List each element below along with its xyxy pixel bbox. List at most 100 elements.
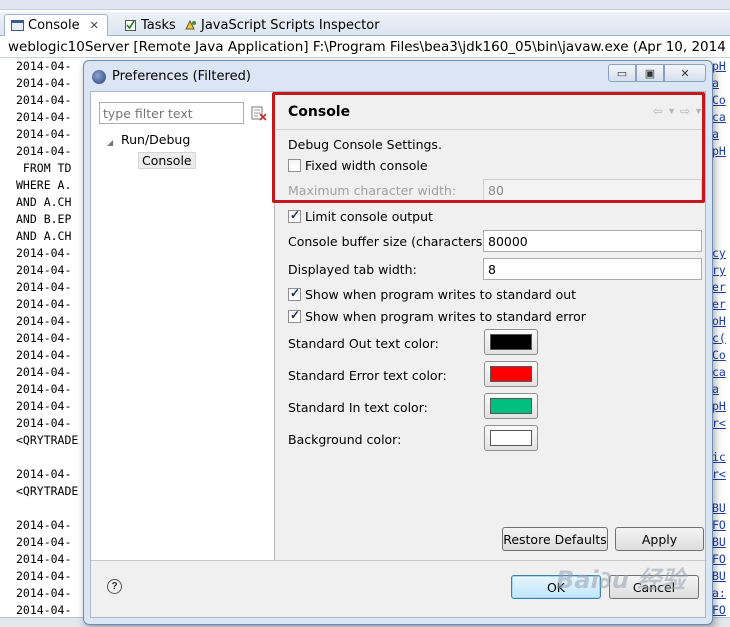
- console-link-fragment[interactable]: a: [712, 382, 719, 396]
- console-line: 2014-04-: [16, 365, 72, 379]
- preference-page: Console ⇦ ▼ ⇨ ▼ Debug Console Settings. …: [276, 92, 707, 560]
- console-link-fragment[interactable]: ry: [712, 263, 726, 277]
- console-link-fragment[interactable]: ca: [712, 110, 726, 124]
- clear-filter-icon[interactable]: [251, 105, 267, 121]
- console-link-fragment[interactable]: c(: [712, 331, 726, 345]
- script-inspector-icon: [184, 19, 197, 31]
- console-line: <QRYTRADE: [16, 433, 79, 447]
- console-link-fragment[interactable]: pH: [712, 144, 726, 158]
- console-link-fragment[interactable]: er: [712, 297, 726, 311]
- stdout-color-label: Standard Out text color:: [288, 336, 439, 351]
- console-line: 2014-04-: [16, 518, 72, 532]
- tab-width-label: Displayed tab width:: [288, 262, 417, 277]
- forward-menu-icon[interactable]: ▼: [694, 104, 703, 118]
- console-line: 2014-04-: [16, 382, 72, 396]
- forward-arrow-icon[interactable]: ⇨: [680, 104, 690, 118]
- tree-collapse-icon[interactable]: ◢: [107, 138, 113, 147]
- filter-input[interactable]: [99, 102, 244, 124]
- tab-console[interactable]: Console ✕: [4, 14, 108, 36]
- console-line: <QRYTRADE: [16, 484, 79, 498]
- console-line: 2014-04-: [16, 416, 72, 430]
- fixed-width-checkbox[interactable]: [288, 159, 301, 172]
- tab-javascript-scripts-inspector[interactable]: JavaScript Scripts Inspector: [178, 14, 388, 36]
- console-line: 2014-04-: [16, 297, 72, 311]
- stdin-color-button[interactable]: [484, 393, 538, 419]
- restore-defaults-button[interactable]: Restore Defaults: [502, 527, 608, 551]
- console-line: 2014-04-: [16, 144, 72, 158]
- limit-output-label: Limit console output: [305, 209, 433, 224]
- console-link-fragment[interactable]: Co: [712, 93, 726, 107]
- maximize-button[interactable]: ▣: [636, 64, 664, 82]
- console-line: 2014-04-: [16, 246, 72, 260]
- view-tab-bar: Console ✕ Tasks JavaScript Scripts Inspe…: [0, 12, 730, 36]
- console-line: 2014-04-: [16, 552, 72, 566]
- console-icon: [11, 19, 24, 32]
- console-link-fragment[interactable]: BU: [712, 569, 726, 583]
- tab-width-field[interactable]: 8: [483, 258, 702, 280]
- console-line: 2014-04-: [16, 603, 72, 617]
- stdin-color-swatch: [490, 398, 532, 414]
- preference-tree-pane: ◢ Run/Debug Console: [91, 92, 275, 560]
- section-heading: Debug Console Settings.: [288, 137, 442, 152]
- page-header: Console ⇦ ▼ ⇨ ▼: [276, 92, 707, 130]
- dialog-client-area: ◢ Run/Debug Console Console ⇦ ▼ ⇨ ▼ Debu…: [90, 91, 707, 618]
- console-line: 2014-04-: [16, 535, 72, 549]
- console-link-fragment[interactable]: FO: [712, 603, 726, 617]
- console-link-fragment[interactable]: a: [712, 127, 719, 141]
- fixed-width-label: Fixed width console: [305, 158, 428, 173]
- dialog-title: Preferences (Filtered): [112, 69, 251, 84]
- console-line: 2014-04-: [16, 314, 72, 328]
- console-link-fragment[interactable]: FO: [712, 518, 726, 532]
- page-navigation: ⇦ ▼ ⇨ ▼: [653, 104, 703, 118]
- show-stdout-label: Show when program writes to standard out: [305, 287, 577, 302]
- apply-button[interactable]: Apply: [615, 527, 704, 551]
- main-toolbar: [0, 0, 730, 10]
- console-line: 2014-04-: [16, 110, 72, 124]
- console-line: 2014-04-: [16, 76, 72, 90]
- console-link-fragment[interactable]: ic: [712, 450, 726, 464]
- preferences-dialog: Preferences (Filtered) ▭ ▣ ✕ ◢ Run/Debug…: [83, 60, 713, 625]
- tab-console-label: Console: [28, 18, 80, 33]
- console-link-fragment[interactable]: pH: [712, 399, 726, 413]
- background-color-button[interactable]: [484, 425, 538, 451]
- console-link-fragment[interactable]: r<: [712, 467, 726, 481]
- console-line: 2014-04-: [16, 127, 72, 141]
- back-menu-icon[interactable]: ▼: [667, 104, 676, 118]
- buffer-size-field[interactable]: 80000: [483, 230, 702, 252]
- console-link-fragment[interactable]: r<: [712, 416, 726, 430]
- back-arrow-icon[interactable]: ⇦: [653, 104, 663, 118]
- close-button[interactable]: ✕: [664, 64, 706, 82]
- tab-tasks[interactable]: Tasks: [118, 14, 184, 36]
- stdout-color-button[interactable]: [484, 329, 538, 355]
- tree-item-console[interactable]: Console: [138, 152, 196, 169]
- console-link-fragment[interactable]: er: [712, 280, 726, 294]
- tree-item-run-debug[interactable]: Run/Debug: [121, 132, 190, 147]
- minimize-button[interactable]: ▭: [608, 64, 636, 82]
- stderr-color-swatch: [490, 366, 532, 382]
- buffer-size-label: Console buffer size (characters):: [288, 234, 492, 249]
- console-link-fragment[interactable]: a:: [712, 586, 726, 600]
- console-line: WHERE A.: [16, 178, 72, 192]
- console-link-fragment[interactable]: Co: [712, 348, 726, 362]
- close-icon[interactable]: ✕: [90, 19, 99, 32]
- tab-tasks-label: Tasks: [141, 17, 176, 33]
- console-link-fragment[interactable]: cy: [712, 246, 726, 260]
- console-link-fragment[interactable]: oH: [712, 314, 726, 328]
- window-controls: ▭ ▣ ✕: [608, 64, 706, 82]
- console-link-fragment[interactable]: BU: [712, 501, 726, 515]
- help-icon[interactable]: ?: [107, 579, 122, 594]
- console-link-fragment[interactable]: a: [712, 76, 719, 90]
- max-char-width-field[interactable]: 80: [483, 179, 702, 201]
- stderr-color-label: Standard Error text color:: [288, 368, 447, 383]
- console-link-fragment[interactable]: FO: [712, 552, 726, 566]
- console-line: 2014-04-: [16, 467, 72, 481]
- show-stdout-checkbox[interactable]: [288, 286, 301, 301]
- console-link-fragment[interactable]: BU: [712, 535, 726, 549]
- console-link-fragment[interactable]: pH: [712, 59, 726, 73]
- background-color-label: Background color:: [288, 432, 402, 447]
- limit-output-checkbox[interactable]: [288, 208, 301, 223]
- stderr-color-button[interactable]: [484, 361, 538, 387]
- show-stderr-checkbox[interactable]: [288, 308, 301, 323]
- console-line: AND B.EP: [16, 212, 72, 226]
- console-link-fragment[interactable]: ca: [712, 365, 726, 379]
